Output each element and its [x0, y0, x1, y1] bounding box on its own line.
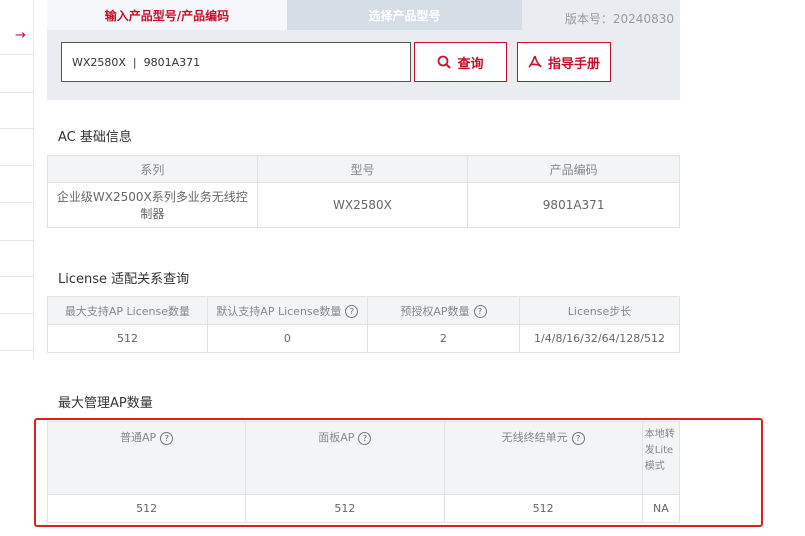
table-cell: NA — [641, 494, 681, 523]
column-header-label: 面板AP — [318, 431, 355, 444]
search-input[interactable]: WX2580X | 9801A371 — [61, 42, 411, 82]
pdf-icon — [528, 55, 542, 69]
search-input-value: WX2580X | 9801A371 — [72, 55, 201, 69]
table-cell: 2 — [366, 324, 521, 353]
tab-select-model[interactable]: 选择产品型号 — [287, 0, 522, 30]
version-label: 版本号：20240830 — [564, 12, 674, 26]
sidebar-divider — [0, 350, 33, 351]
table-cell: 512 — [443, 494, 643, 523]
license-title: License 适配关系查询 — [58, 272, 190, 287]
column-header: 面板AP? — [245, 421, 445, 495]
license-table: 最大支持AP License数量 默认支持AP License数量? 预授权AP… — [47, 296, 680, 353]
arrow-right-icon[interactable]: → — [15, 28, 26, 43]
ac-info-title: AC 基础信息 — [58, 130, 132, 145]
table-cell: 9801A371 — [467, 182, 680, 228]
column-header-label: 最大支持AP License数量 — [64, 304, 191, 318]
table-cell: 0 — [206, 324, 368, 353]
table-row: 512 512 512 NA — [46, 494, 681, 523]
table-cell: 512 — [47, 324, 208, 353]
column-header: 普通AP? — [46, 421, 247, 495]
column-header: 最大支持AP License数量 — [47, 296, 208, 325]
sidebar-divider — [0, 240, 33, 241]
column-header: 型号 — [256, 155, 469, 183]
sidebar-divider — [0, 128, 33, 129]
search-panel: 输入产品型号/产品编码 选择产品型号 版本号：20240830 WX2580X … — [47, 0, 680, 100]
table-cell: 企业级WX2500X系列多业务无线控制器 — [47, 182, 258, 228]
guide-button-label: 指导手册 — [547, 56, 600, 72]
column-header-label: 普通AP — [120, 431, 157, 444]
query-button[interactable]: 查询 — [414, 42, 507, 82]
sidebar-divider — [0, 54, 33, 55]
help-icon[interactable]: ? — [345, 305, 359, 318]
table-cell: 512 — [46, 494, 247, 523]
search-icon — [437, 55, 452, 69]
help-icon[interactable]: ? — [473, 305, 487, 318]
page: → 输入产品型号/产品编码 选择产品型号 版本号：20240830 WX2580… — [0, 0, 805, 536]
help-icon[interactable]: ? — [160, 431, 174, 445]
tab-select-model-label: 选择产品型号 — [368, 8, 441, 23]
column-header-label: 无线终结单元 — [501, 431, 568, 444]
query-button-label: 查询 — [457, 56, 484, 72]
table-cell: WX2580X — [256, 182, 469, 228]
table-row: 512 0 2 1/4/8/16/32/64/128/512 — [47, 324, 680, 353]
help-icon[interactable]: ? — [358, 431, 372, 445]
sidebar-divider — [0, 202, 33, 203]
column-header: 系列 — [47, 155, 258, 183]
max-ap-title: 最大管理AP数量 — [58, 396, 153, 411]
sidebar-divider — [0, 165, 33, 166]
tab-input-model[interactable]: 输入产品型号/产品编码 — [47, 0, 287, 30]
ac-info-table: 系列 型号 产品编码 企业级WX2500X系列多业务无线控制器 WX2580X … — [47, 155, 680, 228]
max-ap-table: 普通AP? 面板AP? 无线终结单元? 本地转发Lite模式 512 512 5… — [46, 421, 681, 523]
sidebar-divider — [0, 92, 33, 93]
column-header: 默认支持AP License数量? — [206, 296, 368, 325]
help-icon[interactable]: ? — [571, 431, 585, 445]
column-header: 无线终结单元? — [443, 421, 643, 495]
column-header: 产品编码 — [467, 155, 680, 183]
column-header-label: License步长 — [567, 304, 632, 318]
column-header: 预授权AP数量? — [366, 296, 521, 325]
guide-button[interactable]: 指导手册 — [517, 42, 611, 82]
table-cell: 1/4/8/16/32/64/128/512 — [519, 324, 680, 353]
column-header: 本地转发Lite模式 — [641, 421, 681, 495]
column-header-label: 预授权AP数量 — [400, 304, 470, 318]
table-cell: 512 — [245, 494, 445, 523]
column-header-label: 默认支持AP License数量 — [216, 304, 342, 318]
sidebar-divider — [0, 313, 33, 314]
sidebar-divider — [0, 276, 33, 277]
tab-input-model-label: 输入产品型号/产品编码 — [104, 8, 230, 23]
table-row: 企业级WX2500X系列多业务无线控制器 WX2580X 9801A371 — [47, 182, 680, 228]
column-header: License步长 — [519, 296, 680, 325]
sidebar: → — [0, 0, 34, 360]
